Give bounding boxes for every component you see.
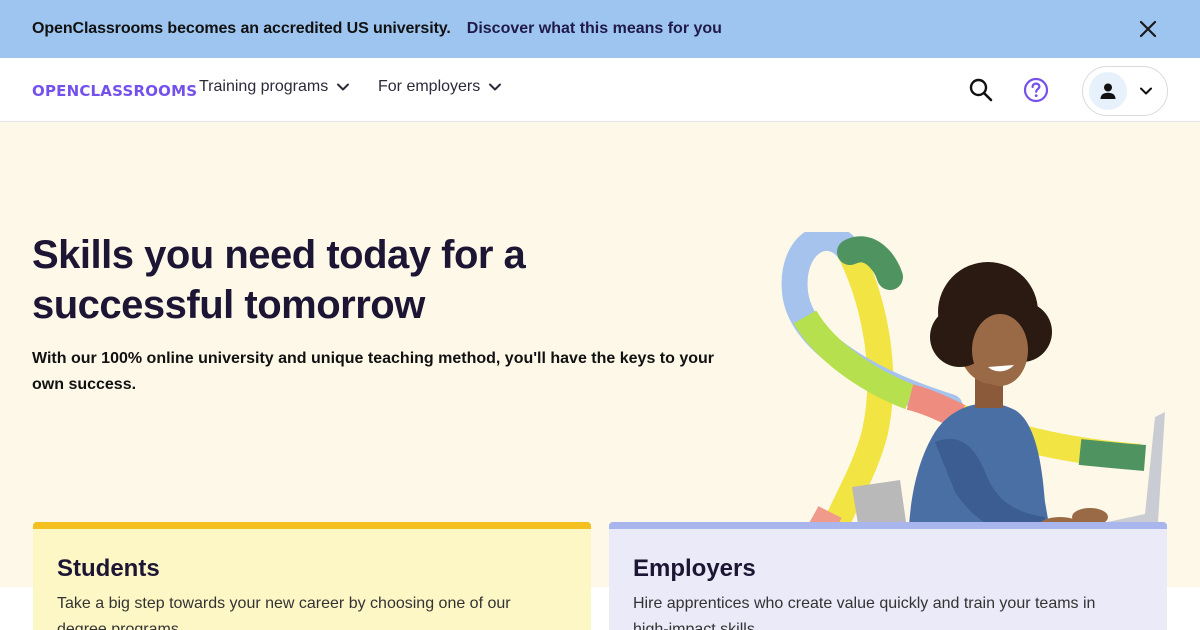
- nav-for-employers[interactable]: For employers: [378, 78, 502, 96]
- students-card-text: Take a big step towards your new career …: [57, 595, 511, 630]
- avatar: [1089, 72, 1127, 110]
- announcement-banner: OpenClassrooms becomes an accredited US …: [0, 0, 1200, 58]
- employers-card-text: Hire apprentices who create value quickl…: [633, 595, 1096, 630]
- banner-text: OpenClassrooms becomes an accredited US …: [32, 20, 451, 37]
- close-icon[interactable]: [1136, 17, 1160, 41]
- user-icon: [1100, 83, 1116, 99]
- chevron-down-icon: [489, 83, 502, 91]
- employers-card-title: Employers: [633, 555, 756, 582]
- students-card[interactable]: Students Take a big step towards your ne…: [33, 522, 591, 630]
- nav-for-employers-label: For employers: [378, 78, 481, 95]
- hero-subtitle: With our 100% online university and uniq…: [32, 350, 714, 393]
- nav-training-programs-label: Training programs: [199, 78, 329, 95]
- hero-section: Skills you need today for a successful t…: [0, 122, 1200, 587]
- chevron-down-icon: [337, 83, 350, 91]
- user-menu-button[interactable]: [1082, 66, 1168, 116]
- students-card-title: Students: [57, 555, 160, 582]
- hero-title: Skills you need today for a successful t…: [32, 233, 526, 327]
- banner-link[interactable]: Discover what this means for you: [467, 20, 722, 38]
- navbar: OPENCLASSROOMS Training programs For emp…: [0, 58, 1200, 122]
- search-icon[interactable]: [968, 77, 994, 103]
- nav-training-programs[interactable]: Training programs: [199, 78, 350, 96]
- logo[interactable]: OPENCLASSROOMS: [32, 82, 197, 100]
- chevron-down-icon: [1140, 87, 1152, 95]
- employers-card[interactable]: Employers Hire apprentices who create va…: [609, 522, 1167, 630]
- help-icon[interactable]: [1023, 77, 1049, 103]
